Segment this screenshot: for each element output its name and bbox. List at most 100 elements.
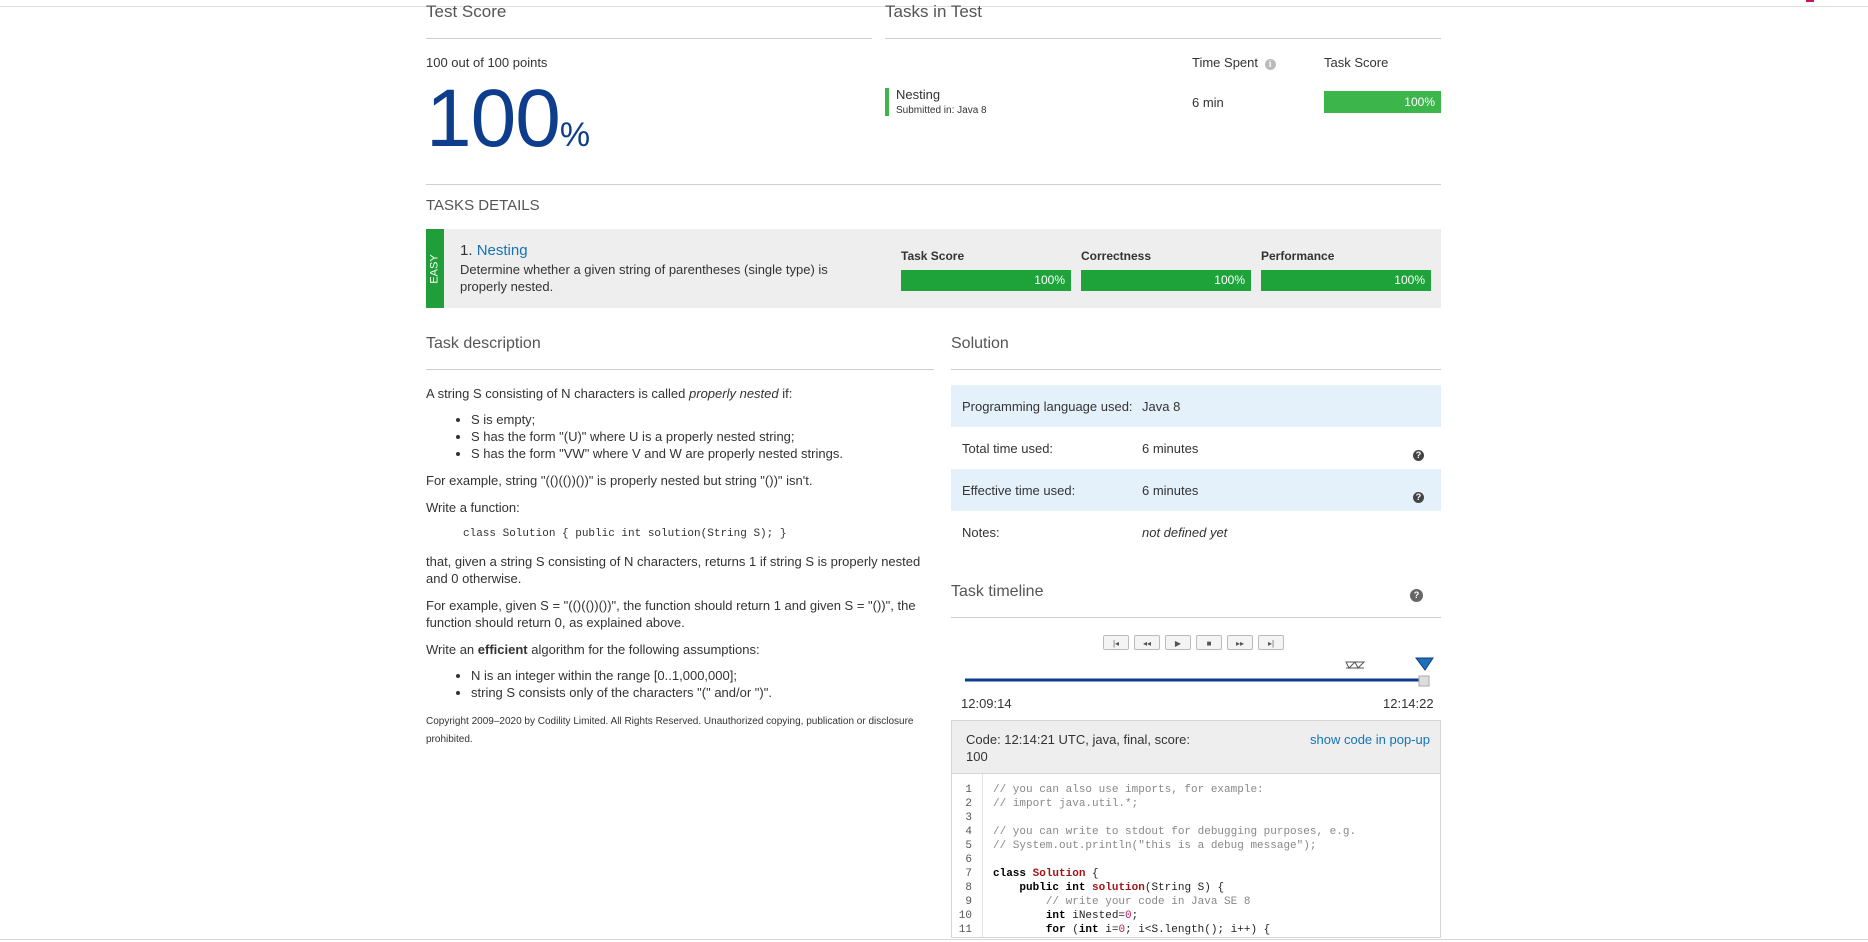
code-header: Code: 12:14:21 UTC, java, final, score: …	[951, 720, 1441, 774]
solution-value: 6 minutes	[1142, 483, 1199, 498]
fast-forward-button[interactable]: ▸▸	[1227, 635, 1253, 650]
definition-list: S is empty; S has the form "(U)" where U…	[426, 411, 934, 462]
line-number: 1	[965, 784, 972, 796]
bottom-divider	[0, 939, 1868, 940]
info-icon[interactable]: i	[1264, 59, 1276, 70]
task-number: 1.	[460, 242, 473, 259]
code-line: for (int i=0; i<S.length(); i++) {	[1045, 924, 1271, 936]
code-viewer[interactable]: 1 2 3 4 5 6 7 8 9 10 11 // you can also use import…	[951, 774, 1441, 938]
first-frame-button[interactable]: |◂	[1103, 635, 1129, 650]
help-icon[interactable]: ?	[1413, 450, 1424, 461]
rewind-button[interactable]: ◂◂	[1134, 635, 1160, 650]
code-line: int iNested=0;	[1045, 910, 1139, 922]
score-value: 100	[426, 73, 561, 164]
assumptions-list: N is an integer within the range [0..1,0…	[426, 667, 934, 701]
solution-label: Notes:	[962, 525, 1000, 540]
line-number: 4	[965, 826, 972, 838]
metric-correctness-bar: 100%	[1081, 270, 1251, 291]
score-percent: 100%	[426, 78, 590, 160]
line-number: 11	[958, 924, 972, 936]
timeline-end: 12:14:22	[1383, 696, 1434, 711]
list-item: S has the form "VW" where V and W are pr…	[471, 445, 934, 462]
task-score-header: Task Score	[1324, 55, 1389, 70]
timeline-track[interactable]	[951, 654, 1441, 688]
time-spent-header: Time Spent i	[1192, 55, 1276, 70]
solution-value: 6 minutes	[1142, 441, 1199, 456]
line-numbers: 1 2 3 4 5 6 7 8 9 10 11	[952, 783, 977, 937]
metric-correctness-label: Correctness	[1081, 249, 1152, 263]
timeline-cursor-icon	[1415, 657, 1434, 671]
write-function-paragraph: Write a function:	[426, 500, 520, 515]
solution-row-total-time: Total time used: 6 minutes ?	[951, 427, 1441, 469]
line-number: 7	[965, 868, 972, 880]
solution-row-language: Programming language used: Java 8	[951, 385, 1441, 427]
corner-indicator	[1806, 0, 1814, 2]
gutter-divider	[982, 774, 983, 937]
copyright-notice: Copyright 2009–2020 by Codility Limited.…	[426, 716, 914, 745]
code-line: // you can write to stdout for debugging…	[993, 826, 1357, 838]
code-info: Code: 12:14:21 UTC, java, final, score:	[966, 732, 1191, 747]
returns-paragraph: that, given a string S consisting of N c…	[426, 554, 921, 586]
code-lines: // you can also use imports, for example…	[993, 783, 1356, 937]
timeline-start: 12:09:14	[961, 696, 1012, 711]
task-details-title: 1. Nesting	[460, 242, 528, 259]
task-name-link[interactable]: Nesting	[477, 242, 528, 259]
timeline-handle	[1418, 675, 1430, 687]
tasks-in-test-heading: Tasks in Test	[885, 2, 983, 21]
code-line: // import java.util.*;	[993, 798, 1139, 810]
line-number: 5	[965, 840, 972, 852]
task-score-bar: 100%	[1324, 91, 1441, 113]
show-code-popup-link[interactable]: show code in pop-up	[1310, 732, 1430, 747]
metric-task-score-bar: 100%	[901, 270, 1071, 291]
intro-paragraph: A string S consisting of N characters is…	[426, 386, 793, 401]
function-signature: class Solution { public int solution(Str…	[463, 528, 787, 540]
last-frame-button[interactable]: ▸|	[1258, 635, 1284, 650]
test-score-heading: Test Score	[426, 2, 507, 21]
task-row-time: 6 min	[1192, 95, 1224, 110]
time-spent-label: Time Spent	[1192, 55, 1258, 70]
difficulty-label: EASY	[429, 253, 442, 284]
task-summary: Determine whether a given string of pare…	[460, 262, 828, 294]
timeline-help-icon[interactable]: ?	[1410, 589, 1423, 602]
solution-label: Total time used:	[962, 441, 1054, 456]
task-row-submitted: Submitted in: Java 8	[896, 105, 987, 116]
play-button[interactable]: ▶	[1165, 635, 1191, 650]
code-line: public int solution(String S) {	[1019, 882, 1225, 894]
example-paragraph: For example, string "(()(())())" is prop…	[426, 473, 813, 488]
list-item: S has the form "(U)" where U is a proper…	[471, 428, 934, 445]
solution-label: Programming language used:	[962, 399, 1133, 414]
code-line: class Solution {	[993, 868, 1099, 880]
line-number: 2	[965, 798, 972, 810]
efficient-paragraph: Write an efficient algorithm for the fol…	[426, 642, 760, 657]
timeline-divider	[951, 617, 1441, 618]
solution-label: Effective time used:	[962, 483, 1076, 498]
stop-button[interactable]: ■	[1196, 635, 1222, 650]
solution-value: not defined yet	[1142, 525, 1228, 540]
help-icon[interactable]: ?	[1413, 492, 1424, 503]
solution-value: Java 8	[1142, 399, 1181, 414]
code-line: // System.out.println("this is a debug m…	[993, 840, 1317, 852]
task-description-body: A string S consisting of N characters is…	[426, 385, 934, 749]
line-number: 3	[965, 812, 972, 824]
metric-performance-label: Performance	[1261, 249, 1335, 263]
list-item: N is an integer within the range [0..1,0…	[471, 667, 934, 684]
list-item: string S consists only of the characters…	[471, 684, 934, 701]
line-number: 8	[965, 882, 972, 894]
tasks-details-heading: TASKS DETAILS	[426, 197, 540, 214]
solution-divider	[951, 369, 1441, 370]
line-number: 6	[965, 854, 972, 866]
code-line: // write your code in Java SE 8	[993, 896, 1251, 908]
metric-performance-bar: 100%	[1261, 270, 1431, 291]
line-number: 9	[965, 896, 972, 908]
test-score-divider	[426, 38, 872, 39]
task-row-name[interactable]: Nesting	[896, 87, 940, 102]
code-line: // you can also use imports, for example…	[993, 784, 1264, 796]
example2-paragraph: For example, given S = "(()(())())", the…	[426, 598, 916, 630]
solution-row-effective-time: Effective time used: 6 minutes ?	[951, 469, 1441, 511]
difficulty-badge: EASY	[426, 229, 444, 308]
section-divider	[426, 184, 1441, 185]
event-markers-icon	[1345, 661, 1366, 669]
task-description-heading: Task description	[426, 335, 541, 352]
